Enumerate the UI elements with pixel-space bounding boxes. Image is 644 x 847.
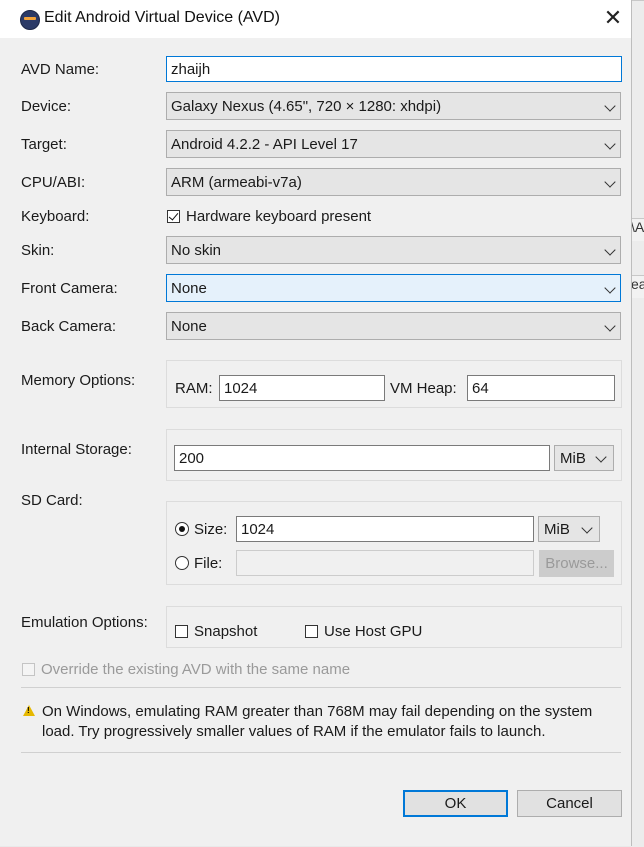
emulation-options-group: Snapshot Use Host GPU bbox=[166, 606, 622, 648]
background-fragment: ea bbox=[631, 275, 644, 298]
snapshot-label: Snapshot bbox=[194, 623, 258, 640]
separator bbox=[21, 752, 621, 753]
keyboard-label: Keyboard: bbox=[21, 208, 90, 225]
internal-storage-group: 200 MiB bbox=[166, 429, 622, 481]
ram-value: 1024 bbox=[224, 380, 258, 397]
cpu-abi-select[interactable]: ARM (armeabi-v7a) bbox=[166, 168, 621, 196]
override-label: Override the existing AVD with the same … bbox=[41, 661, 351, 678]
close-icon[interactable]: ✕ bbox=[600, 4, 626, 32]
separator bbox=[21, 687, 621, 688]
browse-button[interactable]: Browse... bbox=[539, 550, 614, 577]
chevron-down-icon bbox=[604, 176, 616, 188]
avd-name-input[interactable]: zhaijh bbox=[166, 56, 622, 82]
device-select[interactable]: Galaxy Nexus (4.65", 720 × 1280: xhdpi) bbox=[166, 92, 621, 120]
sd-size-input[interactable]: 1024 bbox=[236, 516, 534, 542]
sd-card-label: SD Card: bbox=[21, 492, 83, 509]
snapshot-checkbox[interactable] bbox=[175, 625, 188, 638]
ram-label: RAM: bbox=[175, 380, 213, 397]
front-camera-select[interactable]: None bbox=[166, 274, 621, 302]
emulation-options-label: Emulation Options: bbox=[21, 614, 148, 631]
chevron-down-icon bbox=[581, 522, 593, 534]
front-camera-label: Front Camera: bbox=[21, 280, 118, 297]
memory-options-group: RAM: 1024 VM Heap: 64 bbox=[166, 360, 622, 408]
warning-message: On Windows, emulating RAM greater than 7… bbox=[21, 690, 621, 752]
memory-options-label: Memory Options: bbox=[21, 372, 136, 389]
internal-storage-unit-select[interactable]: MiB bbox=[554, 445, 614, 471]
sd-size-label: Size: bbox=[194, 521, 228, 538]
back-camera-value: None bbox=[171, 318, 207, 335]
chevron-down-icon bbox=[595, 451, 607, 463]
eclipse-app-icon bbox=[20, 10, 40, 30]
warning-icon bbox=[23, 705, 35, 716]
internal-storage-unit: MiB bbox=[560, 450, 586, 467]
background-window-right bbox=[631, 0, 644, 847]
internal-storage-input[interactable]: 200 bbox=[174, 445, 550, 471]
device-value: Galaxy Nexus (4.65", 720 × 1280: xhdpi) bbox=[171, 98, 442, 115]
chevron-down-icon bbox=[604, 244, 616, 256]
back-camera-label: Back Camera: bbox=[21, 318, 117, 335]
sd-file-radio[interactable] bbox=[175, 556, 189, 570]
avd-name-value: zhaijh bbox=[171, 61, 211, 78]
avd-name-label: AVD Name: bbox=[21, 61, 100, 78]
target-label: Target: bbox=[21, 136, 67, 153]
ram-input[interactable]: 1024 bbox=[219, 375, 385, 401]
use-host-gpu-label: Use Host GPU bbox=[324, 623, 423, 640]
target-value: Android 4.2.2 - API Level 17 bbox=[171, 136, 358, 153]
vm-heap-label: VM Heap: bbox=[390, 380, 457, 397]
cpu-abi-value: ARM (armeabi-v7a) bbox=[171, 174, 302, 191]
cancel-button[interactable]: Cancel bbox=[517, 790, 622, 817]
chevron-down-icon bbox=[604, 100, 616, 112]
skin-value: No skin bbox=[171, 242, 222, 259]
edit-avd-dialog: Edit Android Virtual Device (AVD) ✕ AVD … bbox=[0, 0, 632, 846]
skin-label: Skin: bbox=[21, 242, 55, 259]
hardware-keyboard-checkbox[interactable] bbox=[167, 210, 180, 223]
sd-size-radio[interactable] bbox=[175, 522, 189, 536]
vm-heap-value: 64 bbox=[472, 380, 489, 397]
internal-storage-value: 200 bbox=[179, 450, 205, 467]
warning-text: On Windows, emulating RAM greater than 7… bbox=[42, 703, 593, 740]
sd-size-unit-select[interactable]: MiB bbox=[538, 516, 600, 542]
vm-heap-input[interactable]: 64 bbox=[467, 375, 615, 401]
chevron-down-icon bbox=[604, 282, 616, 294]
cpu-abi-label: CPU/ABI: bbox=[21, 174, 86, 191]
sd-file-label: File: bbox=[194, 555, 223, 572]
ok-button[interactable]: OK bbox=[403, 790, 508, 817]
sd-file-input[interactable] bbox=[236, 550, 534, 576]
sd-size-value: 1024 bbox=[241, 521, 275, 538]
title-bar: Edit Android Virtual Device (AVD) ✕ bbox=[0, 0, 631, 38]
sd-size-unit: MiB bbox=[544, 521, 570, 538]
target-select[interactable]: Android 4.2.2 - API Level 17 bbox=[166, 130, 621, 158]
back-camera-select[interactable]: None bbox=[166, 312, 621, 340]
front-camera-value: None bbox=[171, 280, 207, 297]
dialog-title: Edit Android Virtual Device (AVD) bbox=[44, 9, 280, 26]
use-host-gpu-checkbox[interactable] bbox=[305, 625, 318, 638]
chevron-down-icon bbox=[604, 320, 616, 332]
hardware-keyboard-label: Hardware keyboard present bbox=[186, 208, 372, 225]
background-fragment: \A bbox=[631, 218, 644, 241]
chevron-down-icon bbox=[604, 138, 616, 150]
sd-card-group: Size: 1024 MiB File: Browse... bbox=[166, 501, 622, 585]
override-checkbox[interactable] bbox=[22, 663, 35, 676]
device-label: Device: bbox=[21, 98, 72, 115]
skin-select[interactable]: No skin bbox=[166, 236, 621, 264]
internal-storage-label: Internal Storage: bbox=[21, 441, 132, 458]
